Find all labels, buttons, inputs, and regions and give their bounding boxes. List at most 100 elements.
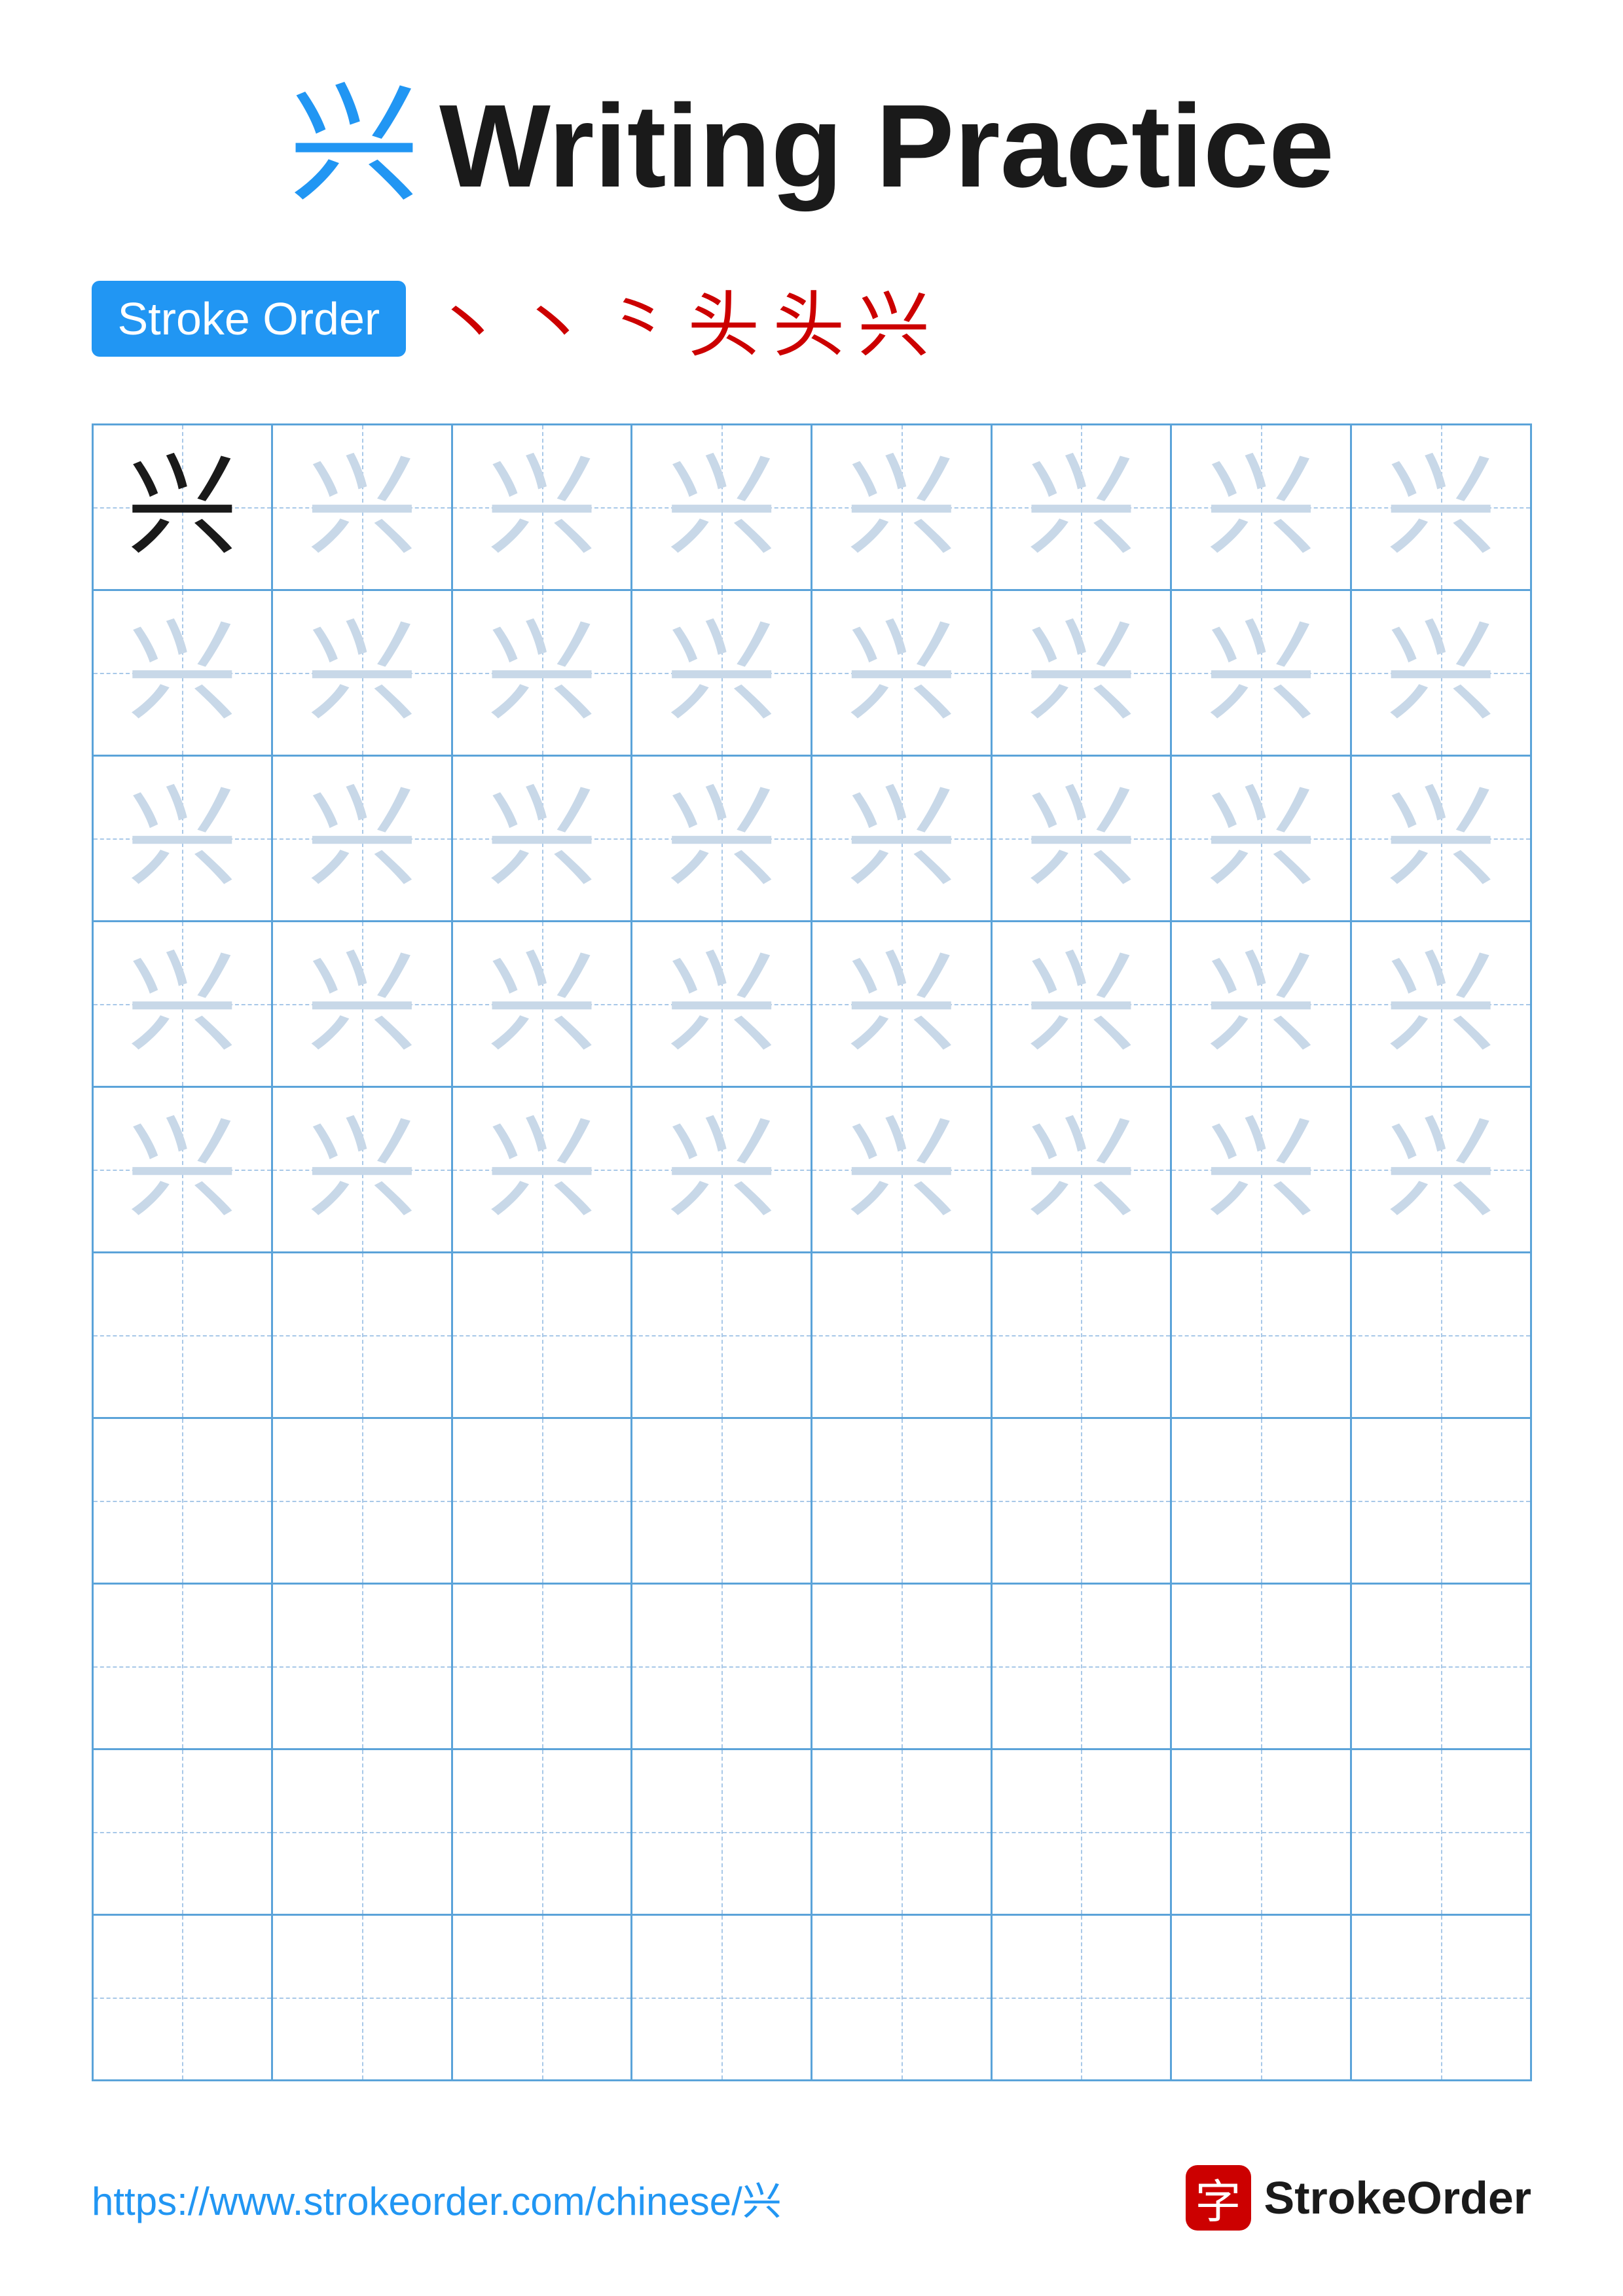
grid-cell[interactable]: 兴 [632, 591, 812, 755]
grid-cell[interactable]: 兴 [273, 591, 453, 755]
grid-cell[interactable]: 兴 [993, 922, 1173, 1086]
stroke-3: ⺀ [602, 266, 674, 371]
grid-cell[interactable] [812, 1585, 993, 1748]
grid-cell[interactable] [273, 1253, 453, 1417]
grid-cell[interactable]: 兴 [94, 757, 274, 920]
stroke-sequence: 丶 丶 ⺀ 头 头 兴 [432, 266, 930, 371]
grid-cell[interactable]: 兴 [453, 591, 633, 755]
char-light: 兴 [846, 1114, 957, 1225]
grid-cell[interactable]: 兴 [453, 425, 633, 589]
grid-cell[interactable]: 兴 [1352, 757, 1530, 920]
grid-cell[interactable]: 兴 [1172, 591, 1352, 755]
grid-cell[interactable]: 兴 [812, 591, 993, 755]
grid-cell[interactable] [993, 1916, 1173, 2079]
grid-cell[interactable]: 兴 [94, 425, 274, 589]
practice-grid: 兴 兴 兴 兴 兴 兴 兴 兴 兴 兴 兴 兴 兴 兴 兴 兴 兴 兴 兴 兴 … [92, 423, 1532, 2081]
grid-cell[interactable] [1352, 1419, 1530, 1583]
grid-cell[interactable] [993, 1585, 1173, 1748]
char-light: 兴 [666, 452, 777, 563]
grid-cell[interactable]: 兴 [1172, 425, 1352, 589]
title-character: 兴 [289, 81, 420, 212]
grid-cell[interactable]: 兴 [993, 1088, 1173, 1251]
grid-cell[interactable]: 兴 [453, 757, 633, 920]
char-light: 兴 [846, 948, 957, 1060]
char-light: 兴 [306, 617, 418, 728]
grid-cell[interactable] [812, 1916, 993, 2079]
grid-cell[interactable] [273, 1916, 453, 2079]
grid-cell[interactable]: 兴 [273, 922, 453, 1086]
grid-row: 兴 兴 兴 兴 兴 兴 兴 兴 [94, 591, 1530, 757]
grid-cell[interactable]: 兴 [812, 922, 993, 1086]
grid-cell[interactable]: 兴 [1352, 425, 1530, 589]
grid-cell[interactable] [273, 1419, 453, 1583]
grid-cell[interactable]: 兴 [453, 922, 633, 1086]
grid-cell[interactable]: 兴 [632, 757, 812, 920]
grid-cell[interactable]: 兴 [812, 1088, 993, 1251]
grid-cell[interactable]: 兴 [632, 922, 812, 1086]
grid-cell[interactable] [453, 1585, 633, 1748]
grid-cell[interactable]: 兴 [632, 1088, 812, 1251]
grid-cell[interactable] [1172, 1916, 1352, 2079]
grid-row-empty [94, 1253, 1530, 1419]
char-light: 兴 [846, 617, 957, 728]
grid-cell[interactable] [993, 1253, 1173, 1417]
grid-cell[interactable]: 兴 [812, 425, 993, 589]
grid-cell[interactable] [632, 1916, 812, 2079]
grid-cell[interactable] [94, 1750, 274, 1914]
grid-cell[interactable]: 兴 [273, 757, 453, 920]
grid-cell[interactable] [632, 1253, 812, 1417]
grid-cell[interactable] [453, 1253, 633, 1417]
grid-cell[interactable]: 兴 [632, 425, 812, 589]
grid-cell[interactable]: 兴 [453, 1088, 633, 1251]
grid-cell[interactable] [1172, 1253, 1352, 1417]
grid-cell[interactable] [453, 1916, 633, 2079]
grid-cell[interactable]: 兴 [1172, 1088, 1352, 1251]
grid-cell[interactable] [632, 1750, 812, 1914]
grid-cell[interactable] [1352, 1916, 1530, 2079]
grid-cell[interactable] [812, 1253, 993, 1417]
grid-cell[interactable]: 兴 [993, 425, 1173, 589]
grid-cell[interactable] [812, 1750, 993, 1914]
stroke-order-area: Stroke Order 丶 丶 ⺀ 头 头 兴 [92, 266, 1532, 371]
grid-cell[interactable] [453, 1419, 633, 1583]
grid-cell[interactable] [993, 1419, 1173, 1583]
grid-cell[interactable] [273, 1585, 453, 1748]
grid-cell[interactable] [94, 1916, 274, 2079]
footer-brand: 字 StrokeOrder [1186, 2165, 1531, 2231]
char-light: 兴 [1205, 948, 1317, 1060]
grid-cell[interactable] [1352, 1585, 1530, 1748]
grid-cell[interactable]: 兴 [993, 757, 1173, 920]
char-light: 兴 [1205, 783, 1317, 894]
char-light: 兴 [666, 617, 777, 728]
grid-cell[interactable] [632, 1585, 812, 1748]
grid-cell[interactable]: 兴 [94, 591, 274, 755]
grid-cell[interactable] [1352, 1253, 1530, 1417]
grid-cell[interactable] [273, 1750, 453, 1914]
grid-cell[interactable]: 兴 [94, 1088, 274, 1251]
grid-cell[interactable] [1172, 1750, 1352, 1914]
grid-cell[interactable] [94, 1585, 274, 1748]
grid-cell[interactable] [1172, 1585, 1352, 1748]
char-light: 兴 [1205, 617, 1317, 728]
grid-cell[interactable]: 兴 [1352, 922, 1530, 1086]
grid-cell[interactable]: 兴 [1352, 1088, 1530, 1251]
grid-cell[interactable]: 兴 [812, 757, 993, 920]
grid-cell[interactable] [453, 1750, 633, 1914]
grid-cell[interactable] [94, 1253, 274, 1417]
grid-cell[interactable] [993, 1750, 1173, 1914]
grid-row-empty [94, 1419, 1530, 1585]
grid-cell[interactable]: 兴 [1172, 757, 1352, 920]
grid-cell[interactable]: 兴 [273, 425, 453, 589]
grid-cell[interactable]: 兴 [94, 922, 274, 1086]
grid-row-empty [94, 1750, 1530, 1916]
grid-cell[interactable]: 兴 [273, 1088, 453, 1251]
char-light: 兴 [1385, 783, 1497, 894]
grid-cell[interactable] [94, 1419, 274, 1583]
grid-cell[interactable] [1172, 1419, 1352, 1583]
grid-cell[interactable] [812, 1419, 993, 1583]
grid-cell[interactable]: 兴 [1172, 922, 1352, 1086]
grid-cell[interactable] [632, 1419, 812, 1583]
grid-cell[interactable]: 兴 [993, 591, 1173, 755]
grid-cell[interactable] [1352, 1750, 1530, 1914]
grid-cell[interactable]: 兴 [1352, 591, 1530, 755]
